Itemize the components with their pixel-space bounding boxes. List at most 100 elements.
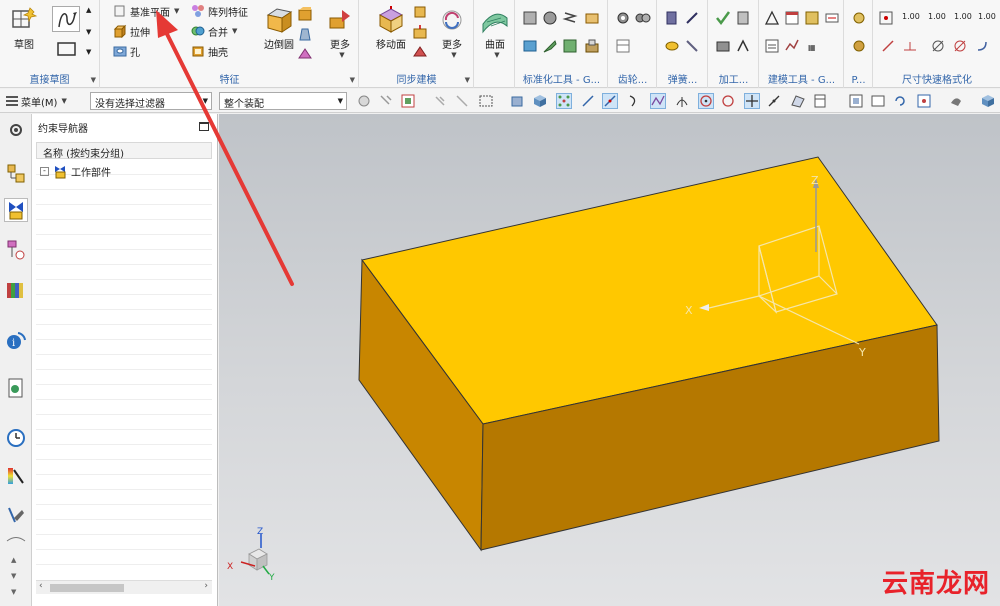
face-filter-icon[interactable] xyxy=(510,93,526,109)
misc-tool2-icon[interactable] xyxy=(851,38,867,54)
pull-face-icon[interactable] xyxy=(412,4,428,20)
scroll-right-icon[interactable]: › xyxy=(204,581,208,591)
shell-button[interactable]: 抽壳 xyxy=(191,42,228,60)
spring-part-icon[interactable] xyxy=(562,10,578,26)
rail-system-materials-icon[interactable] xyxy=(4,464,28,488)
misc-tool-icon[interactable] xyxy=(851,10,867,26)
standard-part-icon[interactable] xyxy=(522,10,538,26)
dim-value-2[interactable]: 1.00 xyxy=(928,12,946,21)
rail-part-navigator-icon[interactable] xyxy=(4,238,28,262)
dim-value-3[interactable]: 1.00 xyxy=(954,12,972,21)
select-all-icon[interactable] xyxy=(400,93,416,109)
dim-value-4[interactable]: 1.00 xyxy=(978,12,996,21)
tree-item-work-part[interactable]: - 工作部件 xyxy=(40,164,111,179)
orient-view-icon[interactable] xyxy=(916,93,932,109)
expression-icon[interactable] xyxy=(804,10,820,26)
datum-plane-button[interactable]: 基准平面 ▼ xyxy=(113,2,179,20)
chevron-down-icon[interactable]: ▼ xyxy=(481,51,513,59)
menu-button[interactable]: 菜单(M) ▼ xyxy=(6,93,67,109)
dim-format-icon[interactable] xyxy=(878,10,894,26)
existing-point-icon[interactable] xyxy=(744,93,760,109)
spring-edit-icon[interactable] xyxy=(684,10,700,26)
snap-point-icon[interactable] xyxy=(556,93,572,109)
info-panel-icon[interactable] xyxy=(764,38,780,54)
point-on-curve-icon[interactable] xyxy=(766,93,782,109)
spring-icon[interactable] xyxy=(664,10,680,26)
type-filter-select[interactable]: 没有选择过滤器 ▼ xyxy=(90,92,212,110)
trim-body-icon[interactable] xyxy=(297,46,313,62)
counter-icon[interactable]: ▦ xyxy=(806,38,830,54)
endpoint-icon[interactable] xyxy=(580,93,596,109)
rail-scroll-up-icon[interactable]: ▲ xyxy=(11,556,16,564)
arrow-icon[interactable] xyxy=(974,38,990,54)
pattern-feature-button[interactable]: 阵列特征 xyxy=(191,2,248,20)
rail-web-browser-icon[interactable] xyxy=(4,376,28,400)
quadrant-point-icon[interactable] xyxy=(720,93,736,109)
rectangle-icon[interactable] xyxy=(55,40,79,58)
group-expander-icon[interactable]: ▼ xyxy=(465,76,470,84)
pick-icon[interactable] xyxy=(454,93,470,109)
midpoint-icon[interactable] xyxy=(602,93,618,109)
sync-more-button[interactable]: 更多 ▼ xyxy=(434,4,470,64)
intersection-icon[interactable] xyxy=(650,93,666,109)
tool-icon[interactable] xyxy=(542,38,558,54)
chamfer-icon[interactable] xyxy=(297,6,313,22)
feature-more-button[interactable]: 更多 ▼ xyxy=(323,4,357,64)
reuse-library-icon[interactable] xyxy=(522,38,538,54)
gear-table-icon[interactable] xyxy=(615,38,631,54)
collapse-icon[interactable]: - xyxy=(40,167,49,176)
sketch-button[interactable]: 草图 xyxy=(4,4,44,64)
fastener-icon[interactable] xyxy=(542,10,558,26)
view-triad[interactable]: Z X Y xyxy=(227,527,275,583)
scope-filter-select[interactable]: 整个装配 ▼ xyxy=(219,92,347,110)
chevron-down-icon[interactable]: ▼ xyxy=(232,27,237,35)
dim-tolerance-icon[interactable] xyxy=(902,38,918,54)
diameter-alt-icon[interactable] xyxy=(952,38,968,54)
render-style-icon[interactable] xyxy=(948,93,964,109)
attribute-icon[interactable] xyxy=(784,38,800,54)
part-family-icon[interactable] xyxy=(584,38,600,54)
dim-value-1[interactable]: 1.00 xyxy=(902,12,920,21)
scroll-left-icon[interactable]: ‹ xyxy=(39,581,43,591)
diameter-icon[interactable] xyxy=(930,38,946,54)
rail-assembly-navigator-icon[interactable] xyxy=(4,162,28,186)
move-face-button[interactable]: 移动面 xyxy=(368,4,414,64)
maximize-icon[interactable] xyxy=(199,122,209,131)
spline-icon[interactable] xyxy=(52,6,80,32)
dim-angle-icon[interactable] xyxy=(880,38,896,54)
gear-pair-icon[interactable] xyxy=(635,10,651,26)
chevron-down-icon[interactable]: ▼ xyxy=(174,7,179,15)
move-select-icon[interactable] xyxy=(432,93,448,109)
rail-scroll-down-icon[interactable]: ▼ xyxy=(11,572,16,580)
gallery-more-icon[interactable]: ▼ xyxy=(86,48,91,56)
machining-tool-icon[interactable] xyxy=(735,10,751,26)
graphics-viewport[interactable]: X Y Z Z X Y 云南龙网 xyxy=(219,114,1000,606)
surface-button[interactable]: 曲面 ▼ xyxy=(477,4,513,64)
chevron-down-icon[interactable]: ▼ xyxy=(327,51,357,59)
unite-button[interactable]: 合并 ▼ xyxy=(191,22,237,40)
zoom-icon[interactable] xyxy=(870,93,886,109)
disk-spring-icon[interactable] xyxy=(664,38,680,54)
rail-process-studio-icon[interactable] xyxy=(4,504,28,528)
measure-icon[interactable] xyxy=(824,10,840,26)
machining-fixture-icon[interactable] xyxy=(735,38,751,54)
extrude-button[interactable]: 拉伸 xyxy=(113,22,150,40)
hole-button[interactable]: 孔 xyxy=(113,42,140,60)
library-icon[interactable] xyxy=(584,10,600,26)
draft-icon[interactable] xyxy=(297,26,313,42)
rotate-icon[interactable] xyxy=(892,93,908,109)
shaded-body-icon[interactable] xyxy=(980,93,996,109)
body-filter-icon[interactable] xyxy=(532,93,548,109)
chevron-down-icon[interactable]: ▼ xyxy=(61,97,66,105)
replace-face-icon[interactable] xyxy=(412,44,428,60)
control-point-icon[interactable] xyxy=(626,93,642,109)
scroll-up-icon[interactable]: ▲ xyxy=(86,6,91,14)
circle-center-icon[interactable] xyxy=(698,93,714,109)
column-header-name[interactable]: 名称 (按约束分组) xyxy=(36,142,212,160)
scroll-thumb[interactable] xyxy=(50,584,124,592)
triangle-icon[interactable] xyxy=(764,10,780,26)
rectangle-select-icon[interactable] xyxy=(478,93,494,109)
selection-priority-icon[interactable] xyxy=(378,93,394,109)
group-expander-icon[interactable]: ▼ xyxy=(350,76,355,84)
bounded-grid-icon[interactable] xyxy=(812,93,828,109)
